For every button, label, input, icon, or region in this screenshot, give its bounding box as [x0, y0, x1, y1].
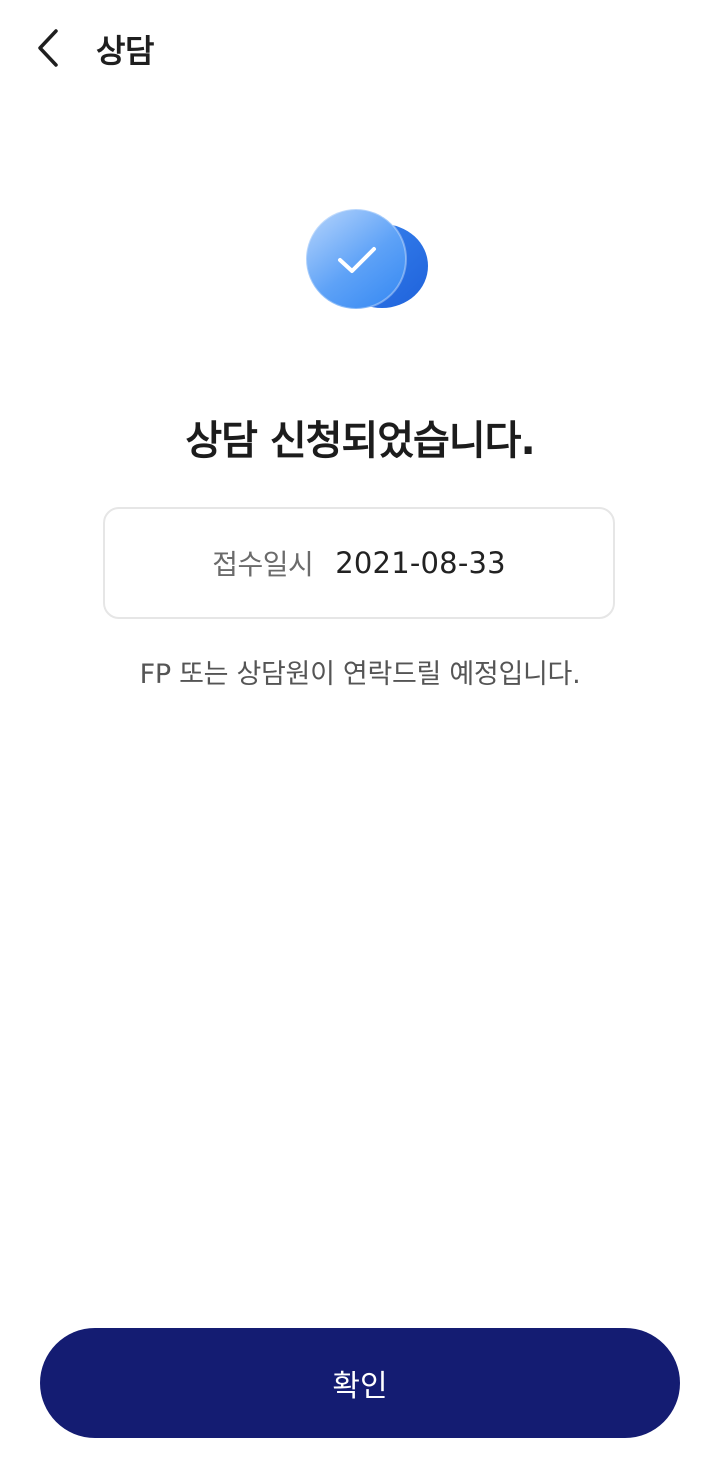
contact-notice: FP 또는 상담원이 연락드릴 예정입니다. — [139, 659, 581, 690]
receipt-info-box: 접수일시 2021-08-33 — [103, 507, 615, 619]
back-button[interactable] — [22, 22, 74, 74]
check-circle-icon — [304, 206, 432, 314]
app-header: 상담 — [0, 0, 720, 96]
chevron-left-icon — [38, 29, 58, 67]
receipt-date-value: 2021-08-33 — [335, 546, 506, 580]
page-title: 상담 — [96, 32, 154, 70]
confirm-button[interactable]: 확인 — [40, 1328, 680, 1438]
receipt-date-label: 접수일시 — [212, 548, 314, 581]
completion-headline: 상담 신청되었습니다. — [185, 418, 535, 464]
